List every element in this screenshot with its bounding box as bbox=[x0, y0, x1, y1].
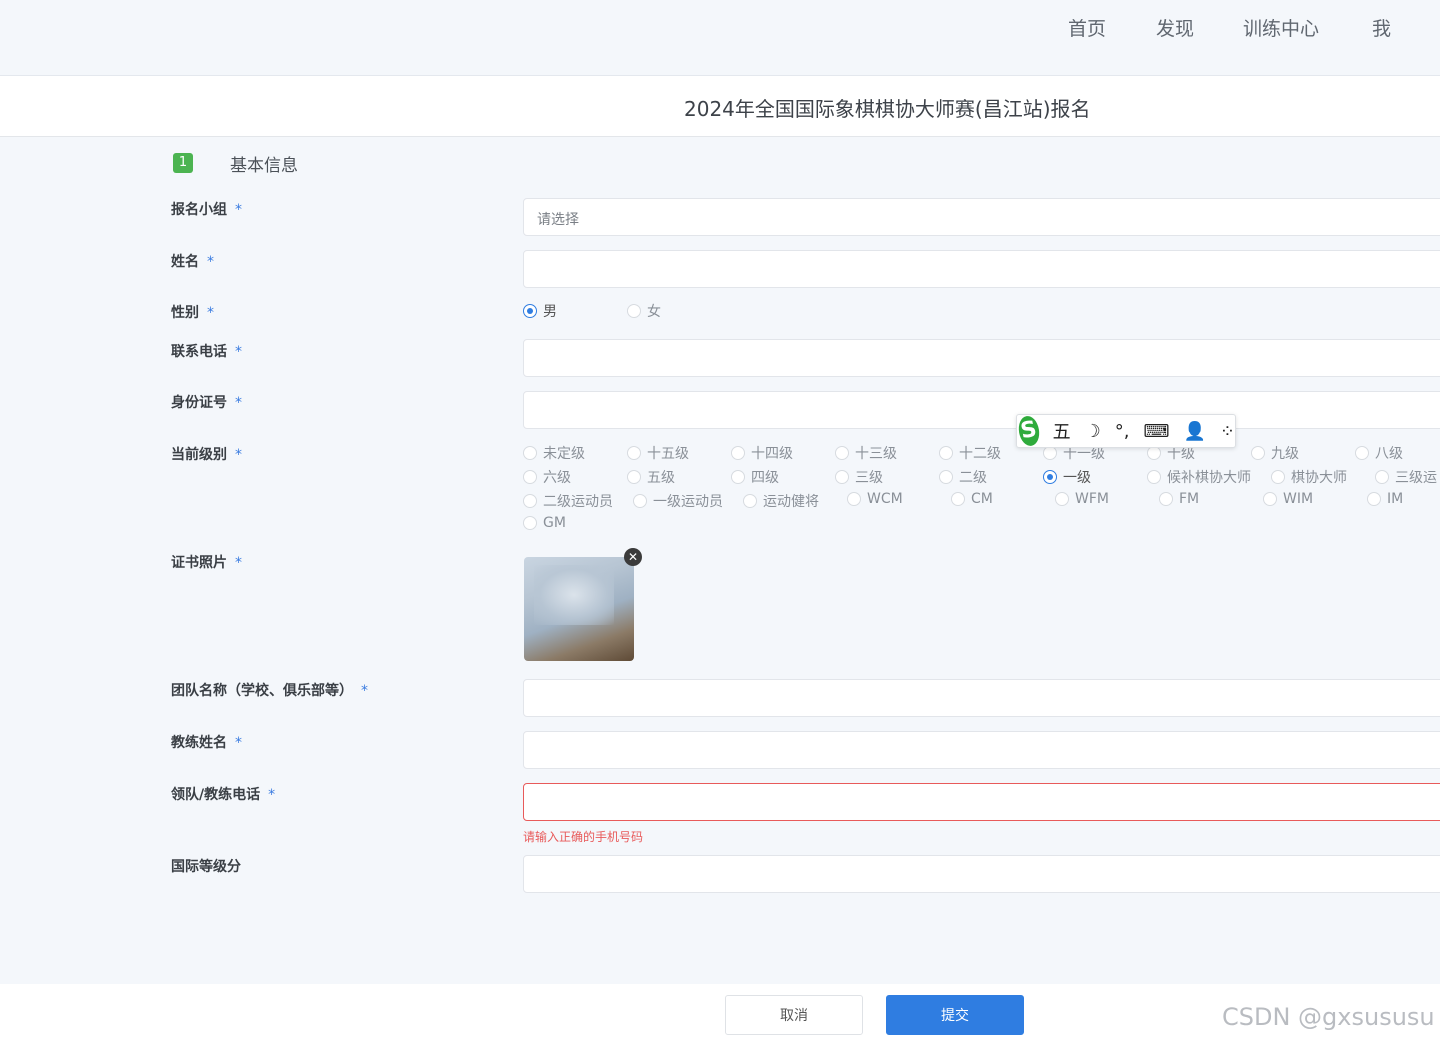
level-radio[interactable]: 九级 bbox=[1251, 443, 1299, 463]
phone-input[interactable] bbox=[523, 339, 1440, 377]
team-input[interactable] bbox=[523, 679, 1440, 717]
group-label: 报名小组 * bbox=[171, 202, 242, 218]
page-title: 2024年全国国际象棋棋协大师赛(昌江站)报名 bbox=[684, 97, 1091, 121]
required-mark: * bbox=[235, 202, 242, 218]
step-badge: 1 bbox=[173, 153, 193, 173]
level-radio[interactable]: 一级运动员 bbox=[633, 491, 723, 511]
required-mark: * bbox=[235, 735, 242, 751]
nav-home[interactable]: 首页 bbox=[1068, 14, 1106, 41]
required-mark: * bbox=[235, 555, 242, 571]
required-mark: * bbox=[268, 787, 276, 803]
section-title: 基本信息 bbox=[230, 156, 298, 176]
required-mark: * bbox=[207, 305, 214, 321]
level-radio[interactable]: IM bbox=[1367, 491, 1403, 507]
ime-keyboard-icon[interactable]: ⌨ bbox=[1144, 421, 1170, 442]
level-radio[interactable]: WIM bbox=[1263, 491, 1313, 507]
coach-input[interactable] bbox=[523, 731, 1440, 769]
required-mark: * bbox=[235, 447, 242, 463]
level-radio[interactable]: 二级 bbox=[939, 467, 987, 487]
required-mark: * bbox=[361, 683, 368, 699]
ime-grid-icon[interactable]: ⁘ bbox=[1220, 421, 1235, 442]
id-number-input[interactable] bbox=[523, 391, 1440, 429]
id-number-label: 身份证号 * bbox=[171, 395, 242, 411]
name-label: 姓名 * bbox=[171, 254, 214, 270]
name-input[interactable] bbox=[523, 250, 1440, 288]
level-radio[interactable]: WCM bbox=[847, 491, 903, 507]
gender-label: 性别 * bbox=[171, 305, 214, 321]
ime-moon-icon[interactable]: ☽ bbox=[1085, 421, 1101, 442]
level-radio[interactable]: 运动健将 bbox=[743, 491, 819, 511]
nav-discover[interactable]: 发现 bbox=[1156, 14, 1194, 41]
level-radio[interactable]: WFM bbox=[1055, 491, 1109, 507]
level-radio[interactable]: CM bbox=[951, 491, 993, 507]
ime-logo-icon[interactable]: S bbox=[1016, 414, 1042, 448]
level-radio[interactable]: 三级 bbox=[835, 467, 883, 487]
level-radio[interactable]: 十四级 bbox=[731, 443, 793, 463]
level-radio[interactable]: FM bbox=[1159, 491, 1199, 507]
certificate-label: 证书照片 * bbox=[171, 555, 242, 571]
level-radio-selected[interactable]: 一级 bbox=[1043, 467, 1091, 487]
required-mark: * bbox=[207, 254, 214, 270]
watermark: CSDN @gxsususu bbox=[1222, 1003, 1435, 1031]
required-mark: * bbox=[235, 395, 242, 411]
nav-me[interactable]: 我 bbox=[1372, 14, 1391, 41]
level-radio[interactable]: 棋协大师 bbox=[1271, 467, 1347, 487]
gender-male-radio[interactable]: 男 bbox=[523, 301, 557, 321]
top-navigation: 首页 发现 训练中心 我 bbox=[0, 0, 1440, 76]
remove-photo-icon[interactable]: ✕ bbox=[624, 548, 642, 566]
coach-phone-error: 请输入正确的手机号码 bbox=[523, 830, 644, 844]
level-radio[interactable]: 三级运 bbox=[1375, 467, 1437, 487]
coach-phone-label: 领队/教练电话 * bbox=[171, 787, 276, 803]
ime-user-icon[interactable]: 👤 bbox=[1183, 421, 1205, 442]
rating-input[interactable] bbox=[523, 855, 1440, 893]
level-radio[interactable]: 五级 bbox=[627, 467, 675, 487]
level-radio[interactable]: 十三级 bbox=[835, 443, 897, 463]
group-select-placeholder: 请选择 bbox=[537, 212, 579, 228]
ime-punct-icon[interactable]: °, bbox=[1115, 421, 1130, 442]
required-mark: * bbox=[235, 344, 242, 360]
certificate-photo[interactable] bbox=[524, 557, 634, 661]
level-radio[interactable]: 八级 bbox=[1355, 443, 1403, 463]
phone-label: 联系电话 * bbox=[171, 344, 242, 360]
level-radio[interactable]: 十二级 bbox=[939, 443, 1001, 463]
submit-button[interactable]: 提交 bbox=[886, 995, 1024, 1035]
cancel-button[interactable]: 取消 bbox=[725, 995, 863, 1035]
ime-toolbar[interactable]: S 五 ☽ °, ⌨ 👤 ⁘ bbox=[1016, 414, 1236, 448]
level-radio[interactable]: 十五级 bbox=[627, 443, 689, 463]
level-radio[interactable]: 四级 bbox=[731, 467, 779, 487]
level-radio[interactable]: 六级 bbox=[523, 467, 571, 487]
gender-female-radio[interactable]: 女 bbox=[627, 301, 661, 321]
level-radio[interactable]: 未定级 bbox=[523, 443, 585, 463]
ime-mode[interactable]: 五 bbox=[1053, 418, 1071, 444]
title-bar: 2024年全国国际象棋棋协大师赛(昌江站)报名 bbox=[0, 76, 1440, 137]
coach-phone-input[interactable] bbox=[523, 783, 1440, 821]
team-label: 团队名称（学校、俱乐部等） * bbox=[171, 683, 368, 699]
level-label: 当前级别 * bbox=[171, 447, 242, 463]
coach-label: 教练姓名 * bbox=[171, 735, 242, 751]
level-radio[interactable]: GM bbox=[523, 515, 566, 531]
rating-label: 国际等级分 bbox=[171, 859, 241, 875]
group-select[interactable]: 请选择 bbox=[523, 198, 1440, 236]
level-radio[interactable]: 二级运动员 bbox=[523, 491, 613, 511]
level-radio[interactable]: 候补棋协大师 bbox=[1147, 467, 1251, 487]
nav-training-center[interactable]: 训练中心 bbox=[1243, 14, 1319, 41]
